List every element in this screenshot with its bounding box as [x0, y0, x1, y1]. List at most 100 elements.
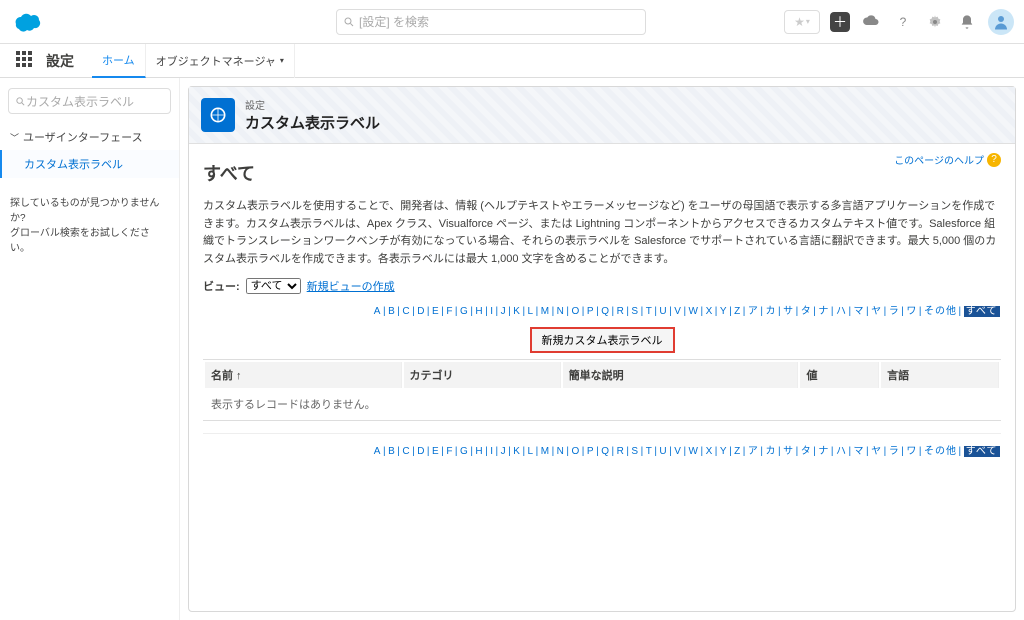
alpha-filter[interactable]: B — [388, 446, 396, 457]
col-name[interactable]: 名前 ↑ — [205, 362, 402, 388]
alpha-filter[interactable]: R — [617, 446, 625, 457]
alpha-filter[interactable]: V — [674, 446, 682, 457]
alpha-filter[interactable]: Y — [720, 306, 728, 317]
alpha-filter[interactable]: ナ — [818, 446, 829, 457]
alpha-filter[interactable]: D — [417, 306, 425, 317]
alpha-filter[interactable]: ア — [748, 446, 759, 457]
alpha-filter[interactable]: その他 — [924, 446, 957, 457]
col-language[interactable]: 言語 — [881, 362, 999, 388]
alpha-filter[interactable]: F — [446, 446, 453, 457]
alpha-filter[interactable]: カ — [766, 446, 777, 457]
sidebar-filter-input[interactable]: カスタム表示ラベル — [8, 88, 171, 114]
alpha-filter[interactable]: C — [402, 446, 410, 457]
alpha-filter[interactable]: ラ — [889, 446, 900, 457]
alpha-filter[interactable]: D — [417, 446, 425, 457]
alpha-filter[interactable]: M — [541, 446, 550, 457]
tab-object-manager[interactable]: オブジェクトマネージャ ▾ — [146, 44, 295, 78]
tree-node-custom-labels[interactable]: カスタム表示ラベル — [0, 150, 179, 178]
alpha-filter[interactable]: M — [541, 306, 550, 317]
new-view-link[interactable]: 新規ビューの作成 — [307, 278, 395, 294]
alpha-filter[interactable]: S — [631, 446, 639, 457]
salesforce-logo[interactable] — [10, 10, 46, 34]
alpha-filter[interactable]: S — [631, 306, 639, 317]
salesforce-cloud-icon[interactable] — [860, 11, 882, 33]
alpha-filter[interactable]: ラ — [889, 306, 900, 317]
tree-node-user-interface[interactable]: ﹀ユーザインターフェース — [0, 124, 179, 150]
alpha-filter[interactable]: T — [646, 306, 653, 317]
alpha-filter[interactable]: E — [432, 446, 440, 457]
alpha-filter[interactable]: サ — [783, 306, 794, 317]
help-link[interactable]: このページのヘルプ ? — [894, 152, 1001, 167]
alpha-filter[interactable]: ヤ — [871, 446, 882, 457]
alpha-filter[interactable]: その他 — [924, 306, 957, 317]
alpha-filter[interactable]: W — [689, 446, 699, 457]
alpha-filter[interactable]: Q — [601, 446, 610, 457]
alpha-filter[interactable]: O — [572, 306, 581, 317]
app-launcher-icon[interactable] — [16, 51, 36, 71]
alpha-filter[interactable]: X — [706, 446, 714, 457]
alpha-filter[interactable]: C — [402, 306, 410, 317]
alpha-filter[interactable]: ワ — [906, 446, 917, 457]
tab-home[interactable]: ホーム — [92, 44, 146, 78]
alpha-filter[interactable]: B — [388, 306, 396, 317]
alpha-filter[interactable]: L — [528, 446, 535, 457]
alpha-filter[interactable]: Z — [734, 446, 741, 457]
col-category[interactable]: カテゴリ — [404, 362, 561, 388]
alpha-filter[interactable]: タ — [801, 446, 812, 457]
alpha-filter[interactable]: W — [689, 306, 699, 317]
col-value[interactable]: 値 — [800, 362, 879, 388]
notifications-bell-icon[interactable] — [956, 11, 978, 33]
alpha-filter[interactable]: ハ — [836, 446, 847, 457]
new-custom-label-button[interactable]: 新規カスタム表示ラベル — [530, 327, 675, 353]
alpha-filter[interactable]: I — [490, 306, 494, 317]
col-description[interactable]: 簡単な説明 — [563, 362, 799, 388]
favorites-button[interactable]: ★ ▾ — [784, 10, 820, 34]
alpha-filter[interactable]: V — [674, 306, 682, 317]
alpha-filter[interactable]: U — [659, 446, 667, 457]
alpha-filter[interactable]: A — [374, 306, 382, 317]
alpha-filter[interactable]: T — [646, 446, 653, 457]
alpha-filter[interactable]: ア — [748, 306, 759, 317]
alpha-filter[interactable]: U — [659, 306, 667, 317]
alpha-filter[interactable]: Q — [601, 306, 610, 317]
alpha-filter[interactable]: ハ — [836, 306, 847, 317]
alpha-filter[interactable]: Z — [734, 306, 741, 317]
alpha-filter[interactable]: Y — [720, 446, 728, 457]
alpha-filter[interactable]: A — [374, 446, 382, 457]
alpha-filter[interactable]: X — [706, 306, 714, 317]
alpha-filter-all[interactable]: すべて — [964, 306, 1000, 317]
alpha-filter[interactable]: マ — [854, 306, 865, 317]
alpha-filter[interactable]: O — [572, 446, 581, 457]
alpha-filter[interactable]: K — [513, 446, 521, 457]
alpha-filter[interactable]: N — [557, 306, 565, 317]
setup-gear-icon[interactable] — [924, 11, 946, 33]
alpha-filter[interactable]: P — [587, 446, 595, 457]
alpha-filter[interactable]: サ — [783, 446, 794, 457]
alpha-filter[interactable]: カ — [766, 306, 777, 317]
alpha-filter[interactable]: J — [501, 306, 507, 317]
alpha-filter[interactable]: N — [557, 446, 565, 457]
alpha-filter[interactable]: H — [475, 306, 483, 317]
global-search-input[interactable]: [設定] を検索 — [336, 9, 646, 35]
alpha-filter[interactable]: J — [501, 446, 507, 457]
alpha-filter[interactable]: H — [475, 446, 483, 457]
alpha-filter[interactable]: R — [617, 306, 625, 317]
alpha-filter[interactable]: F — [446, 306, 453, 317]
alpha-filter[interactable]: ワ — [906, 306, 917, 317]
alpha-filter[interactable]: ナ — [818, 306, 829, 317]
alpha-filter[interactable]: タ — [801, 306, 812, 317]
alpha-filter[interactable]: L — [528, 306, 535, 317]
alpha-filter[interactable]: I — [490, 446, 494, 457]
global-create-button[interactable]: ＋ — [830, 12, 850, 32]
alpha-filter[interactable]: G — [460, 306, 469, 317]
alpha-filter[interactable]: E — [432, 306, 440, 317]
alpha-filter[interactable]: マ — [854, 446, 865, 457]
alpha-filter[interactable]: K — [513, 306, 521, 317]
user-avatar[interactable] — [988, 9, 1014, 35]
help-button[interactable]: ? — [892, 11, 914, 33]
view-select[interactable]: すべて — [246, 278, 301, 294]
alpha-filter[interactable]: ヤ — [871, 306, 882, 317]
alpha-filter[interactable]: G — [460, 446, 469, 457]
alpha-filter-all[interactable]: すべて — [964, 446, 1000, 457]
alpha-filter[interactable]: P — [587, 306, 595, 317]
